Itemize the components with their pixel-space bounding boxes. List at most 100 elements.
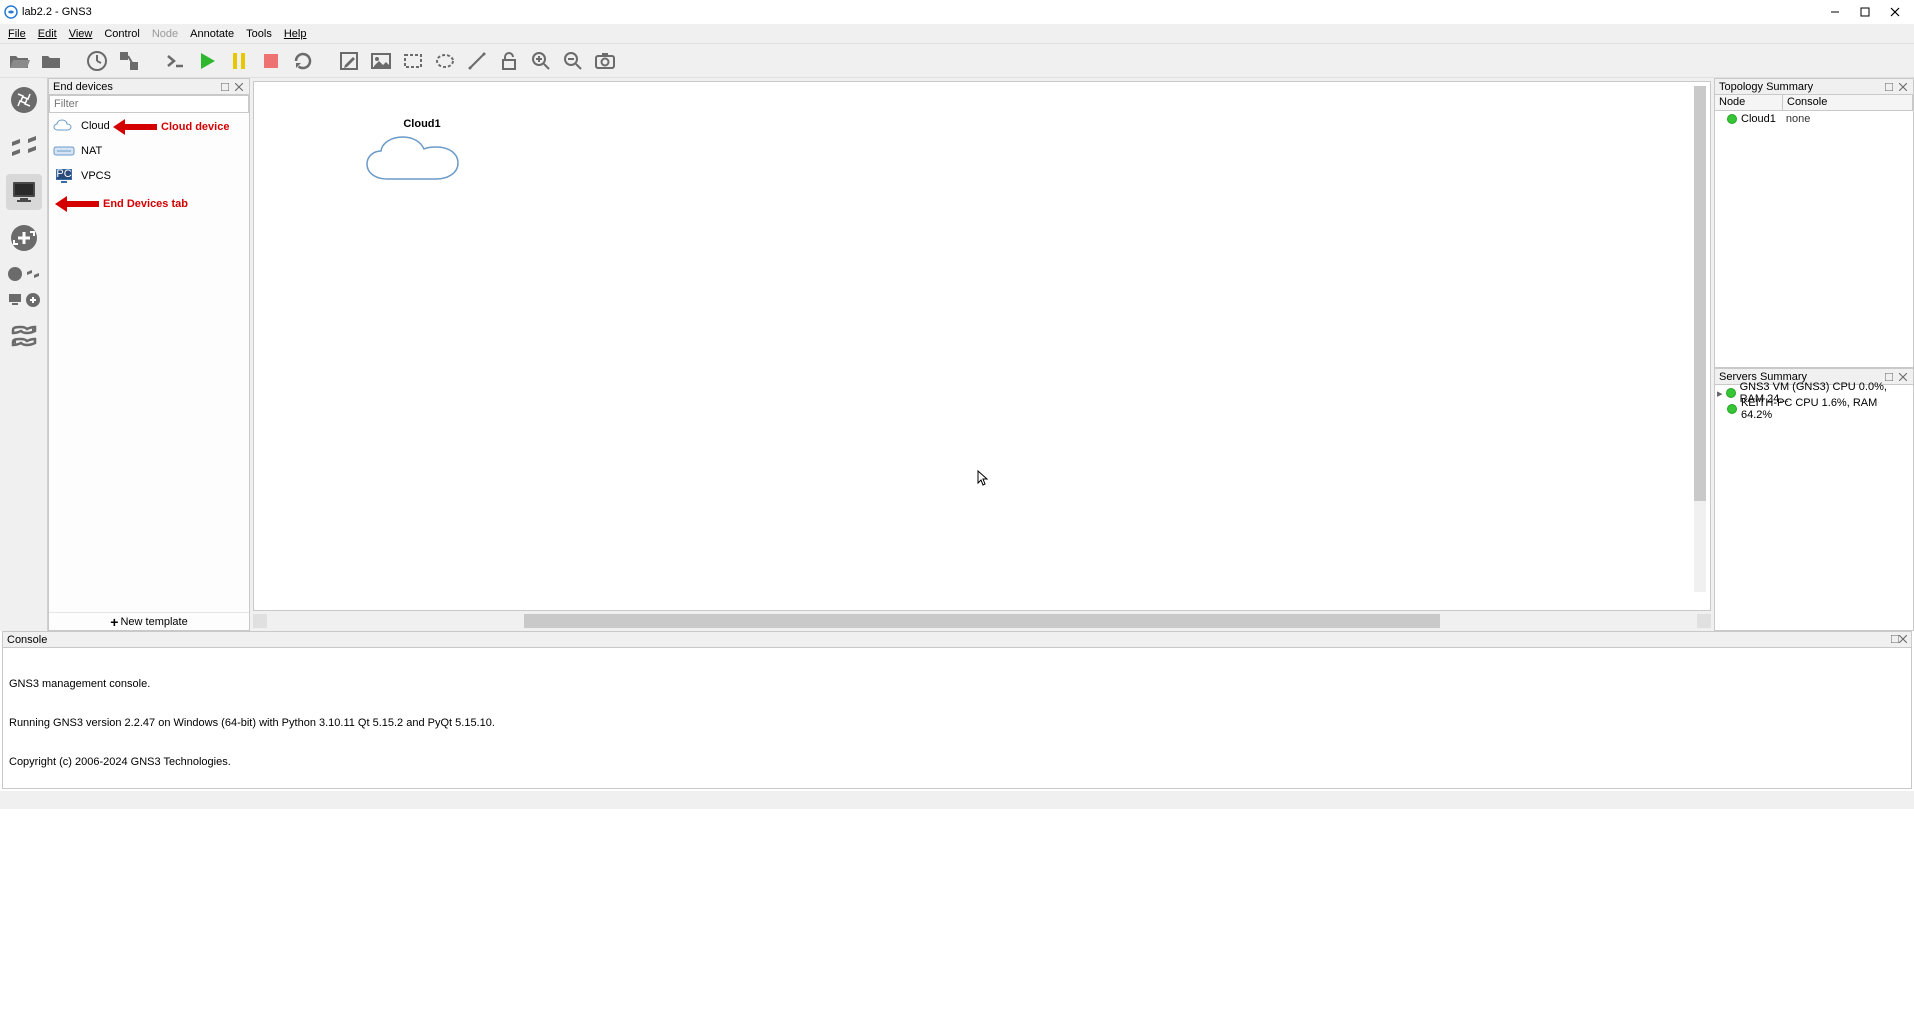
- close-button[interactable]: [1880, 0, 1910, 24]
- panel-detach-icon[interactable]: [1883, 81, 1895, 93]
- canvas-wrap: Cloud1: [250, 78, 1714, 631]
- draw-line-button[interactable]: [464, 48, 490, 74]
- horizontal-scrollbar[interactable]: [253, 614, 1711, 628]
- console-panel: Console GNS3 management console. Running…: [2, 631, 1912, 789]
- console-title: Console: [7, 634, 47, 646]
- main-row: End devices Cloud NAT VPCS VPCS Clo: [0, 78, 1914, 631]
- expand-icon[interactable]: ▸: [1717, 387, 1726, 400]
- vpcs-icon: VPCS: [53, 168, 75, 184]
- add-link-tab[interactable]: [6, 318, 42, 354]
- app-logo-icon: [4, 5, 18, 19]
- console-line: Running GNS3 version 2.2.47 on Windows (…: [9, 717, 1905, 730]
- cloud-node-label: Cloud1: [362, 118, 482, 130]
- all-devices-tab[interactable]: [7, 266, 41, 282]
- cloud-shape-icon: [362, 134, 482, 190]
- cloud-icon: [53, 118, 75, 134]
- zoom-out-button[interactable]: [560, 48, 586, 74]
- topology-summary-header: Topology Summary: [1715, 79, 1913, 95]
- menu-node: Node: [146, 26, 184, 42]
- server-text: KEITH-PC CPU 1.6%, RAM 64.2%: [1741, 397, 1911, 421]
- device-category-bar: [0, 78, 48, 631]
- snapshot-button[interactable]: [84, 48, 110, 74]
- pause-button[interactable]: [226, 48, 252, 74]
- menu-edit[interactable]: Edit: [32, 26, 63, 42]
- topology-summary-title: Topology Summary: [1719, 81, 1881, 93]
- console-header: Console: [3, 632, 1911, 648]
- console-line: GNS3 management console.: [9, 678, 1905, 691]
- device-item-vpcs[interactable]: VPCS VPCS: [49, 163, 249, 188]
- title-bar: lab2.2 - GNS3: [0, 0, 1914, 24]
- reload-button[interactable]: [290, 48, 316, 74]
- topology-canvas[interactable]: Cloud1: [253, 81, 1711, 611]
- start-button[interactable]: [194, 48, 220, 74]
- vertical-scrollbar[interactable]: [1694, 86, 1706, 592]
- filter-input[interactable]: [50, 96, 248, 112]
- zoom-in-button[interactable]: [528, 48, 554, 74]
- nat-icon: [53, 143, 75, 159]
- cloud-node[interactable]: Cloud1: [362, 118, 482, 193]
- annotation-cloud-device: Cloud device: [113, 118, 229, 136]
- status-bar: [0, 791, 1914, 809]
- show-ports-button[interactable]: [116, 48, 142, 74]
- scroll-thumb[interactable]: [1694, 86, 1706, 501]
- topology-node-name: Cloud1: [1741, 113, 1776, 125]
- topology-table-header: Node Console: [1715, 95, 1913, 111]
- status-dot-icon: [1727, 114, 1737, 124]
- menu-file[interactable]: File: [2, 26, 32, 42]
- panel-detach-icon[interactable]: [219, 81, 231, 93]
- toolbar: [0, 44, 1914, 78]
- routers-tab[interactable]: [6, 82, 42, 118]
- topology-summary-panel: Topology Summary Node Console Cloud1 non…: [1714, 78, 1914, 368]
- switches-tab[interactable]: [6, 128, 42, 164]
- scroll-left-icon[interactable]: [253, 614, 267, 628]
- menu-help[interactable]: Help: [278, 26, 313, 42]
- open-project-button[interactable]: [6, 48, 32, 74]
- topology-row[interactable]: Cloud1 none: [1715, 111, 1913, 127]
- console-button[interactable]: [162, 48, 188, 74]
- right-column: Topology Summary Node Console Cloud1 non…: [1714, 78, 1914, 631]
- menu-view[interactable]: View: [63, 26, 99, 42]
- status-dot-icon: [1726, 388, 1736, 398]
- end-devices-header: End devices: [49, 79, 249, 95]
- minimize-button[interactable]: [1820, 0, 1850, 24]
- device-item-label: NAT: [81, 145, 102, 157]
- screenshot-button[interactable]: [592, 48, 618, 74]
- all-devices-tab-2[interactable]: [7, 292, 41, 308]
- menu-annotate[interactable]: Annotate: [184, 26, 240, 42]
- status-dot-icon: [1727, 404, 1737, 414]
- device-list: Cloud NAT VPCS VPCS Cloud device End Dev…: [49, 113, 249, 612]
- device-item-nat[interactable]: NAT: [49, 138, 249, 163]
- column-node[interactable]: Node: [1715, 95, 1783, 110]
- menu-control[interactable]: Control: [98, 26, 145, 42]
- annotation-end-devices-tab: End Devices tab: [55, 195, 188, 213]
- console-body[interactable]: GNS3 management console. Running GNS3 ve…: [3, 648, 1911, 788]
- scroll-track[interactable]: [267, 614, 1697, 628]
- panel-close-icon[interactable]: [1899, 634, 1907, 646]
- panel-detach-icon[interactable]: [1891, 634, 1899, 646]
- new-project-button[interactable]: [38, 48, 64, 74]
- menu-tools[interactable]: Tools: [240, 26, 278, 42]
- scroll-thumb[interactable]: [524, 614, 1439, 628]
- draw-rectangle-button[interactable]: [400, 48, 426, 74]
- insert-picture-button[interactable]: [368, 48, 394, 74]
- stop-button[interactable]: [258, 48, 284, 74]
- security-devices-tab[interactable]: [6, 220, 42, 256]
- add-note-button[interactable]: [336, 48, 362, 74]
- end-devices-panel: End devices Cloud NAT VPCS VPCS Clo: [48, 78, 250, 631]
- lock-button[interactable]: [496, 48, 522, 74]
- panel-close-icon[interactable]: [233, 81, 245, 93]
- servers-summary-panel: Servers Summary ▸ GNS3 VM (GNS3) CPU 0.0…: [1714, 368, 1914, 631]
- new-template-button[interactable]: + New template: [49, 612, 249, 630]
- console-line: Copyright (c) 2006-2024 GNS3 Technologie…: [9, 756, 1905, 769]
- maximize-button[interactable]: [1850, 0, 1880, 24]
- draw-ellipse-button[interactable]: [432, 48, 458, 74]
- column-console[interactable]: Console: [1783, 95, 1913, 110]
- server-row[interactable]: KEITH-PC CPU 1.6%, RAM 64.2%: [1715, 401, 1913, 417]
- topology-node-console: none: [1786, 113, 1810, 125]
- scroll-right-icon[interactable]: [1697, 614, 1711, 628]
- end-devices-tab[interactable]: [6, 174, 42, 210]
- panel-close-icon[interactable]: [1897, 81, 1909, 93]
- device-item-label: VPCS: [81, 170, 111, 182]
- device-item-label: Cloud: [81, 120, 110, 132]
- window-title: lab2.2 - GNS3: [22, 6, 92, 18]
